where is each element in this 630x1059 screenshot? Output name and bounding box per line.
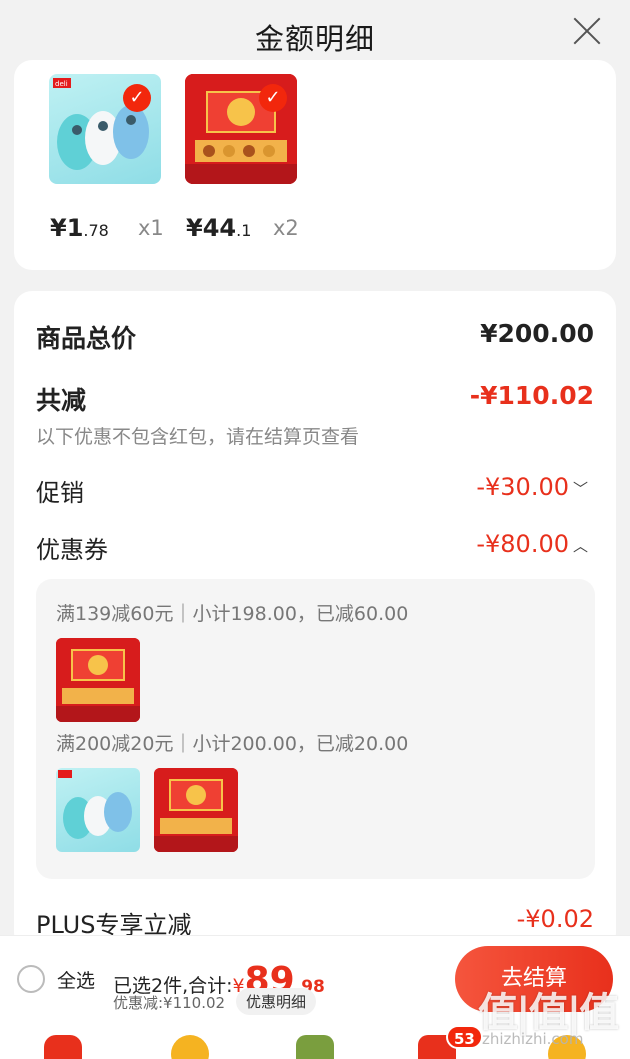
selected-check-icon[interactable]: ✓ [123, 84, 151, 112]
discover-tab-icon[interactable] [171, 1035, 209, 1059]
product-qty: x1 [138, 216, 164, 240]
coupon-row[interactable]: -¥80.00 ︿ [476, 530, 588, 558]
watermark-url: zhizhizhi.com [482, 1030, 584, 1048]
discount-detail-button[interactable]: 优惠明细 [236, 988, 317, 1015]
deli-logo-text: deli [55, 80, 68, 88]
promo-value: -¥30.00 [476, 473, 569, 501]
total-price-label: 商品总价 [36, 324, 137, 353]
selected-check-icon[interactable]: ✓ [259, 84, 287, 112]
chevron-down-icon: ﹀ [572, 479, 588, 498]
coupon-detail-box: 满139减60元｜小计198.00，已减60.00 满200减20元｜小计200… [36, 579, 595, 879]
giftbox-thumb-image [154, 768, 238, 852]
coupon-product-thumb[interactable] [56, 768, 140, 852]
currency-symbol: ¥ [186, 214, 203, 242]
promo-row[interactable]: -¥30.00 ﹀ [476, 473, 588, 501]
product-qty: x2 [273, 216, 299, 240]
coupon-label: 优惠券 [36, 536, 108, 564]
product-image-giftbox[interactable]: ✓ [185, 74, 297, 184]
deli-thumb-image [58, 770, 132, 839]
price-integer: 44 [202, 214, 237, 242]
chevron-up-icon: ︿ [572, 536, 588, 555]
total-reduce-value: -¥110.02 [469, 381, 594, 410]
coupon-title: 满139减60元｜小计198.00，已减60.00 [56, 603, 409, 625]
price-integer: 1 [66, 214, 84, 242]
giftbox-thumb-image [56, 638, 140, 722]
reduce-note: 以下优惠不包含红包，请在结算页查看 [36, 426, 360, 448]
select-all-label[interactable]: 全选 [57, 966, 95, 993]
coupon-product-thumb[interactable] [56, 638, 140, 722]
coupon-title: 满200减20元｜小计200.00，已减20.00 [56, 733, 409, 755]
category-tab-icon[interactable] [296, 1035, 334, 1059]
product-price: ¥1.78 [50, 214, 109, 242]
amount-detail-card: 商品总价 ¥200.00 共减 -¥110.02 以下优惠不包含红包，请在结算页… [14, 291, 616, 951]
coupon-product-thumb[interactable] [154, 768, 238, 852]
coupon-value: -¥80.00 [476, 530, 569, 558]
page-title: 金额明细 [254, 22, 375, 56]
total-reduce-label: 共减 [36, 386, 87, 415]
discount-text: 优惠减:¥110.02 [113, 994, 226, 1012]
price-decimal: .78 [83, 221, 109, 240]
plus-value: -¥0.02 [516, 905, 594, 933]
product-image-deli[interactable]: deli ✓ [49, 74, 161, 184]
total-price-value: ¥200.00 [480, 319, 594, 348]
price-decimal: .1 [236, 221, 252, 240]
close-icon[interactable] [572, 16, 602, 46]
currency-symbol: ¥ [50, 214, 67, 242]
home-tab-icon[interactable] [44, 1035, 82, 1059]
select-all-radio[interactable] [17, 965, 45, 993]
product-card: deli ✓ ✓ ¥1.78 x1 ¥44.1 x2 [14, 60, 616, 270]
promo-label: 促销 [36, 479, 84, 507]
product-price: ¥44.1 [186, 214, 251, 242]
